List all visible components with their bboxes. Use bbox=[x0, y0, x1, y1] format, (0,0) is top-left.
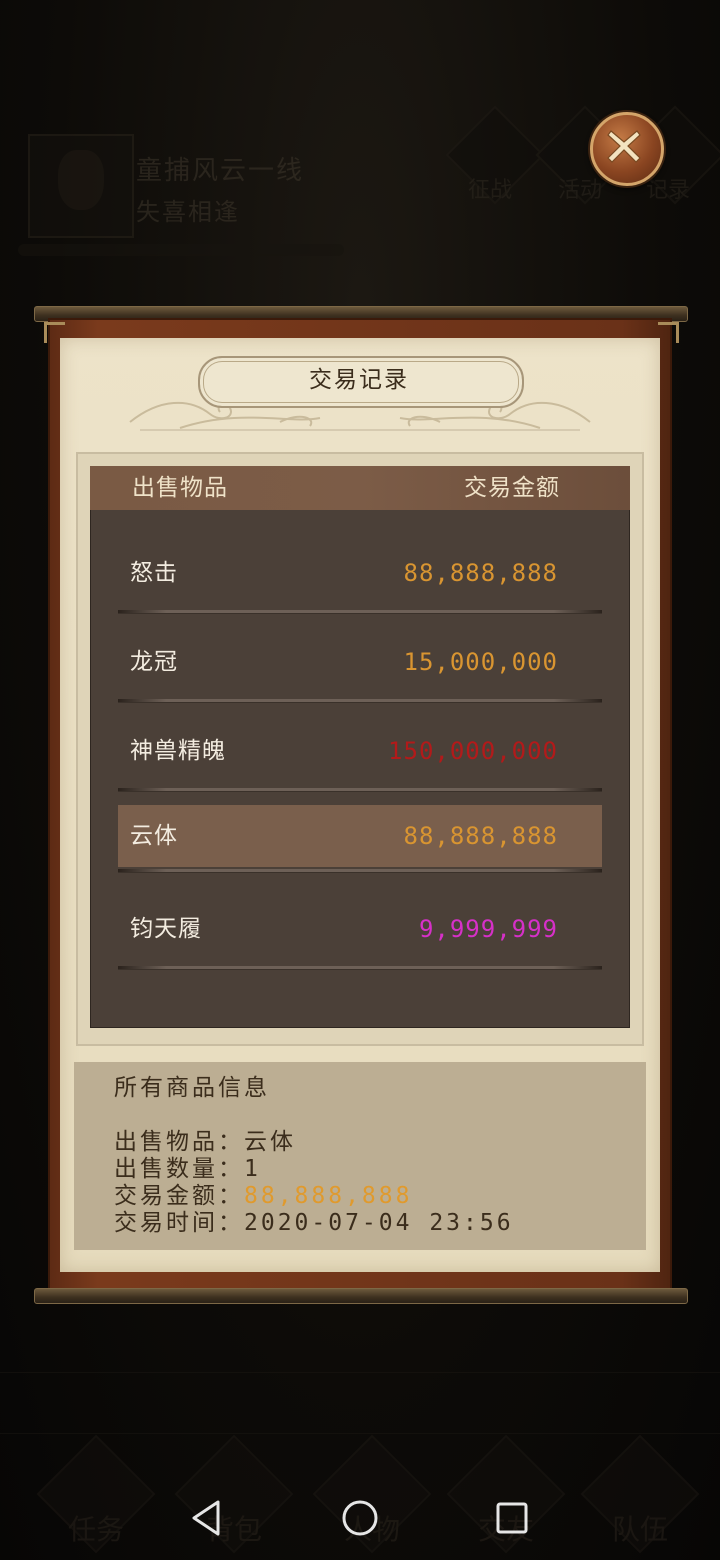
top-icon-label: 征战 bbox=[468, 178, 513, 203]
nav-back-button[interactable] bbox=[188, 1498, 228, 1538]
frame-corner-ornament bbox=[44, 322, 65, 343]
home-circle-icon bbox=[342, 1500, 378, 1536]
trade-item-name: 神兽精魄 bbox=[130, 738, 226, 764]
trade-item-price: 150,000,000 bbox=[388, 737, 558, 765]
top-icons: 征战 活动 记录 bbox=[445, 105, 720, 205]
info-amount-label: 交易金额： bbox=[114, 1183, 244, 1209]
trade-item-name: 云体 bbox=[130, 823, 178, 849]
trade-item-name: 龙冠 bbox=[130, 649, 178, 675]
info-amount-value: 88,888,888 bbox=[244, 1183, 413, 1209]
trade-item-price: 88,888,888 bbox=[403, 822, 558, 850]
close-x-icon bbox=[607, 130, 641, 163]
trade-row-selected[interactable]: 云体 88,888,888 bbox=[118, 805, 602, 873]
nav-recents-button[interactable] bbox=[492, 1498, 532, 1538]
trade-item-price: 15,000,000 bbox=[403, 648, 558, 676]
header-item-column: 出售物品 bbox=[132, 475, 228, 501]
row-divider bbox=[118, 869, 602, 873]
trade-item-name: 钧天履 bbox=[130, 916, 202, 942]
top-icon-label: 记录 bbox=[646, 178, 691, 203]
player-name: 童捕风云一线 bbox=[136, 156, 305, 186]
nav-home-button[interactable] bbox=[340, 1498, 380, 1538]
trade-item-name: 怒击 bbox=[130, 560, 178, 586]
row-divider bbox=[118, 966, 602, 970]
info-time-value: 2020-07-04 23:56 bbox=[244, 1210, 514, 1236]
trade-row[interactable]: 钧天履 9,999,999 bbox=[118, 898, 602, 970]
row-divider bbox=[118, 699, 602, 703]
info-quantity-value: 1 bbox=[244, 1156, 261, 1182]
row-divider bbox=[118, 610, 602, 614]
back-triangle-icon bbox=[192, 1500, 220, 1536]
frame-corner-ornament bbox=[658, 322, 679, 343]
header-amount-column: 交易金额 bbox=[464, 475, 560, 501]
menu-task: 任务 bbox=[36, 1434, 156, 1554]
info-quantity-label: 出售数量： bbox=[114, 1156, 244, 1182]
info-amount-line: 交易金额：88,888,888 bbox=[114, 1183, 412, 1210]
trade-item-price: 9,999,999 bbox=[418, 915, 558, 943]
scroll-rod-bottom bbox=[34, 1288, 688, 1304]
player-subtitle: 失喜相逢 bbox=[136, 198, 240, 226]
info-time-label: 交易时间： bbox=[114, 1210, 244, 1236]
trade-row[interactable]: 神兽精魄 150,000,000 bbox=[118, 720, 602, 792]
info-item-label: 出售物品： bbox=[114, 1129, 244, 1155]
page-title: 交易记录 bbox=[309, 367, 409, 393]
menu-team: 队伍 bbox=[580, 1434, 700, 1554]
trade-item-price: 88,888,888 bbox=[403, 559, 558, 587]
info-item-value: 云体 bbox=[244, 1129, 296, 1155]
info-item-line: 出售物品：云体 bbox=[114, 1129, 296, 1156]
info-quantity-line: 出售数量：1 bbox=[114, 1156, 261, 1183]
player-exp-bar bbox=[18, 244, 344, 256]
player-avatar bbox=[28, 134, 134, 238]
trade-row[interactable]: 龙冠 15,000,000 bbox=[118, 631, 602, 703]
top-icon-label: 活动 bbox=[558, 178, 603, 203]
screen: 童捕风云一线 失喜相逢 征战 活动 记录 任务 背包 人物 交友 队伍 交易记录… bbox=[0, 0, 720, 1560]
trade-row[interactable]: 怒击 88,888,888 bbox=[118, 542, 602, 614]
close-button[interactable] bbox=[590, 112, 664, 186]
recents-square-icon bbox=[496, 1502, 528, 1534]
info-title: 所有商品信息 bbox=[114, 1075, 270, 1101]
row-divider bbox=[118, 788, 602, 792]
background-chat-bar bbox=[0, 1372, 720, 1434]
info-time-line: 交易时间：2020-07-04 23:56 bbox=[114, 1210, 514, 1237]
